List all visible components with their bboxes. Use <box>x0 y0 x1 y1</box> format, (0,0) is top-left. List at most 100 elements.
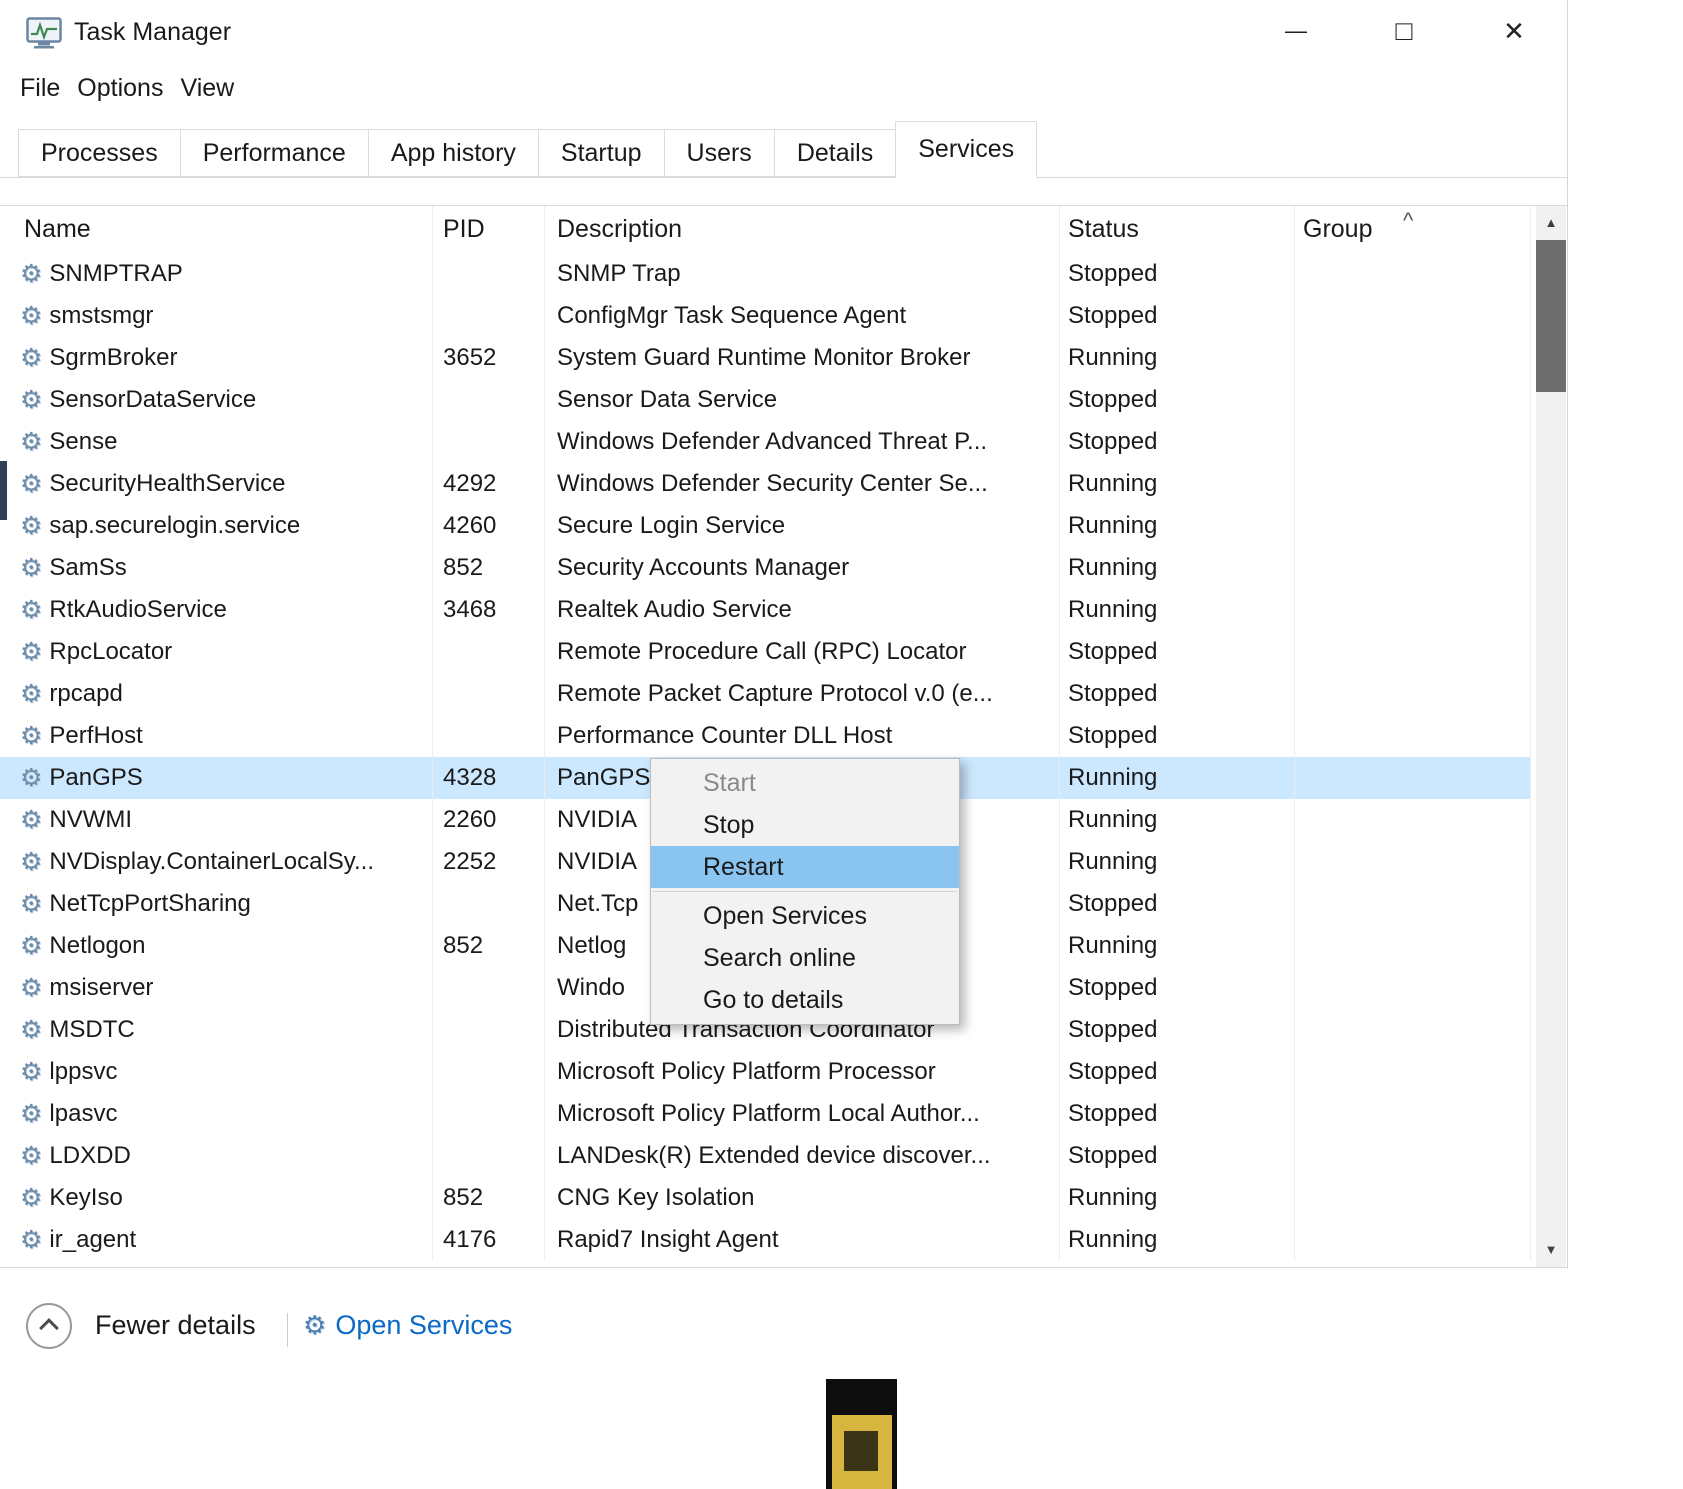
tab-startup[interactable]: Startup <box>538 129 665 177</box>
service-name: SNMPTRAP <box>49 253 182 295</box>
service-name: PerfHost <box>49 715 142 757</box>
service-description: Windows Defender Advanced Threat P... <box>545 421 1060 463</box>
service-group <box>1295 883 1531 925</box>
column-header-status[interactable]: Status <box>1060 206 1295 253</box>
scroll-down-icon[interactable]: ▼ <box>1536 1235 1566 1265</box>
service-row-sense[interactable]: ⚙ Sense Windows Defender Advanced Threat… <box>0 421 1531 463</box>
service-name: PanGPS <box>49 757 142 799</box>
service-row-sap-securelogin-service[interactable]: ⚙ sap.securelogin.service 4260 Secure Lo… <box>0 505 1531 547</box>
service-row-lppsvc[interactable]: ⚙ lppsvc Microsoft Policy Platform Proce… <box>0 1051 1531 1093</box>
service-description: Realtek Audio Service <box>545 589 1060 631</box>
service-row-ir-agent[interactable]: ⚙ ir_agent 4176 Rapid7 Insight Agent Run… <box>0 1219 1531 1261</box>
close-button[interactable]: ✕ <box>1466 0 1562 66</box>
maximize-button[interactable]: □ <box>1356 0 1452 66</box>
context-menu-item-restart[interactable]: Restart <box>651 846 959 888</box>
service-name: NVWMI <box>49 799 132 841</box>
menu-options[interactable]: Options <box>77 74 163 103</box>
service-group <box>1295 589 1531 631</box>
menu-bar: File Options View <box>20 74 251 112</box>
tab-services[interactable]: Services <box>895 121 1037 178</box>
service-pid: 4176 <box>433 1219 545 1261</box>
service-status: Stopped <box>1060 673 1295 715</box>
services-table: NamePIDDescriptionStatusGroup^ ⚙ SNMPTRA… <box>0 205 1568 1268</box>
service-row-keyiso[interactable]: ⚙ KeyIso 852 CNG Key Isolation Running <box>0 1177 1531 1219</box>
service-gear-icon: ⚙ <box>20 514 42 539</box>
tab-users[interactable]: Users <box>664 129 775 177</box>
service-status: Stopped <box>1060 967 1295 1009</box>
service-description: Microsoft Policy Platform Processor <box>545 1051 1060 1093</box>
service-group <box>1295 1177 1531 1219</box>
service-name: SecurityHealthService <box>49 463 285 505</box>
background-window-fragment-mark <box>844 1431 878 1471</box>
service-description: Remote Packet Capture Protocol v.0 (e... <box>545 673 1060 715</box>
service-group <box>1295 715 1531 757</box>
service-row-rpclocator[interactable]: ⚙ RpcLocator Remote Procedure Call (RPC)… <box>0 631 1531 673</box>
service-group <box>1295 1051 1531 1093</box>
scroll-up-icon[interactable]: ▲ <box>1536 208 1566 238</box>
service-group <box>1295 547 1531 589</box>
service-group <box>1295 673 1531 715</box>
service-status: Running <box>1060 841 1295 883</box>
service-pid: 3652 <box>433 337 545 379</box>
service-name: SamSs <box>49 547 126 589</box>
service-status: Stopped <box>1060 421 1295 463</box>
vertical-scrollbar[interactable]: ▲ ▼ <box>1536 206 1566 1267</box>
service-row-lpasvc[interactable]: ⚙ lpasvc Microsoft Policy Platform Local… <box>0 1093 1531 1135</box>
window-title: Task Manager <box>74 18 231 47</box>
footer-bar: Fewer details ⚙ Open Services <box>0 1269 1568 1489</box>
tab-processes[interactable]: Processes <box>18 129 181 177</box>
service-gear-icon: ⚙ <box>20 724 42 749</box>
service-status: Stopped <box>1060 1135 1295 1177</box>
context-menu-item-search-online[interactable]: Search online <box>651 937 959 979</box>
service-name: NVDisplay.ContainerLocalSy... <box>49 841 374 883</box>
service-gear-icon: ⚙ <box>20 1018 42 1043</box>
service-status: Stopped <box>1060 715 1295 757</box>
menu-view[interactable]: View <box>180 74 234 103</box>
fewer-details-label[interactable]: Fewer details <box>95 1310 256 1341</box>
service-gear-icon: ⚙ <box>20 556 42 581</box>
service-row-securityhealthservice[interactable]: ⚙ SecurityHealthService 4292 Windows Def… <box>0 463 1531 505</box>
service-group <box>1295 379 1531 421</box>
service-pid <box>433 1009 545 1051</box>
tab-details[interactable]: Details <box>774 129 896 177</box>
context-menu-item-stop[interactable]: Stop <box>651 804 959 846</box>
task-manager-app-icon <box>26 17 62 49</box>
service-row-perfhost[interactable]: ⚙ PerfHost Performance Counter DLL Host … <box>0 715 1531 757</box>
service-row-smstsmgr[interactable]: ⚙ smstsmgr ConfigMgr Task Sequence Agent… <box>0 295 1531 337</box>
service-row-samss[interactable]: ⚙ SamSs 852 Security Accounts Manager Ru… <box>0 547 1531 589</box>
service-row-sgrmbroker[interactable]: ⚙ SgrmBroker 3652 System Guard Runtime M… <box>0 337 1531 379</box>
service-group <box>1295 1135 1531 1177</box>
scrollbar-thumb[interactable] <box>1536 240 1566 392</box>
menu-file[interactable]: File <box>20 74 60 103</box>
tab-performance[interactable]: Performance <box>180 129 369 177</box>
service-group <box>1295 631 1531 673</box>
context-menu-item-open-services[interactable]: Open Services <box>651 895 959 937</box>
service-group <box>1295 1009 1531 1051</box>
service-name: SgrmBroker <box>49 337 177 379</box>
service-pid <box>433 1093 545 1135</box>
open-services-link[interactable]: ⚙ Open Services <box>303 1310 512 1341</box>
service-name: RtkAudioService <box>49 589 226 631</box>
column-header-name[interactable]: Name <box>0 206 433 253</box>
column-header-pid[interactable]: PID <box>433 206 545 253</box>
service-pid <box>433 295 545 337</box>
context-menu-item-go-to-details[interactable]: Go to details <box>651 979 959 1021</box>
service-row-rtkaudioservice[interactable]: ⚙ RtkAudioService 3468 Realtek Audio Ser… <box>0 589 1531 631</box>
service-pid: 3468 <box>433 589 545 631</box>
open-services-label: Open Services <box>335 1310 512 1341</box>
column-header-description[interactable]: Description <box>545 206 1060 253</box>
service-gear-icon: ⚙ <box>20 808 42 833</box>
fewer-details-button[interactable] <box>26 1303 72 1349</box>
tab-app-history[interactable]: App history <box>368 129 539 177</box>
minimize-button[interactable]: — <box>1248 0 1344 66</box>
service-status: Running <box>1060 547 1295 589</box>
column-header-group[interactable]: Group^ <box>1295 206 1531 253</box>
service-name: lpasvc <box>49 1093 117 1135</box>
service-status: Stopped <box>1060 253 1295 295</box>
service-group <box>1295 757 1531 799</box>
service-status: Stopped <box>1060 379 1295 421</box>
service-row-rpcapd[interactable]: ⚙ rpcapd Remote Packet Capture Protocol … <box>0 673 1531 715</box>
service-row-snmptrap[interactable]: ⚙ SNMPTRAP SNMP Trap Stopped <box>0 253 1531 295</box>
service-row-sensordataservice[interactable]: ⚙ SensorDataService Sensor Data Service … <box>0 379 1531 421</box>
service-row-ldxdd[interactable]: ⚙ LDXDD LANDesk(R) Extended device disco… <box>0 1135 1531 1177</box>
